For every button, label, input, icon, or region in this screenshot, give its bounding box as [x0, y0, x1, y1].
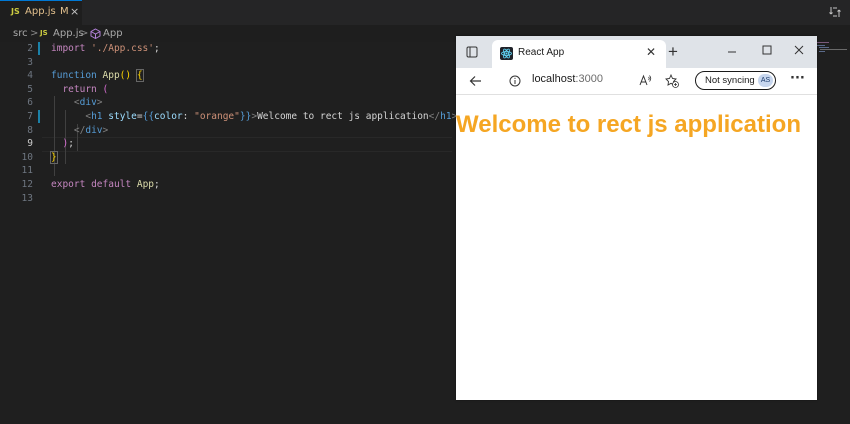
code-line: <div>	[73, 97, 103, 109]
page-content: Welcome to rect js application	[456, 95, 817, 400]
site-info-icon[interactable]	[509, 75, 521, 87]
line-number: 3	[27, 56, 33, 68]
line-number: 8	[27, 124, 33, 136]
close-window-icon[interactable]	[794, 45, 804, 55]
tab-app-js[interactable]: JS App.js M ×	[0, 0, 82, 25]
back-arrow-icon[interactable]	[469, 75, 482, 87]
browser-tab-title: React App	[518, 47, 565, 58]
minimap[interactable]	[817, 42, 847, 54]
code-line: function App() {	[51, 69, 144, 83]
breadcrumb-folder[interactable]: src	[13, 28, 28, 39]
code-line: }	[50, 150, 58, 164]
more-options-icon[interactable]: ···	[790, 71, 805, 86]
code-line: return (	[62, 83, 109, 95]
javascript-file-icon: JS	[40, 29, 48, 37]
minimap-line	[817, 42, 829, 43]
sync-status-label: Not syncing	[705, 75, 755, 86]
close-icon[interactable]: ×	[70, 5, 79, 18]
new-tab-button[interactable]: +	[668, 42, 678, 62]
code-line: import './App.css';	[51, 43, 160, 54]
line-number: 10	[21, 151, 33, 163]
read-aloud-icon[interactable]	[639, 74, 652, 87]
line-number: 2	[27, 43, 33, 54]
breadcrumb-symbol[interactable]: App	[103, 28, 123, 39]
chevron-right-icon: >	[80, 28, 89, 39]
editor-tab-bar: JS App.js M ×	[0, 0, 850, 25]
minimap-line	[817, 45, 825, 46]
browser-toolbar: localhost:3000 Not syncing AS ···	[456, 68, 817, 95]
avatar: AS	[758, 74, 773, 87]
add-favorite-icon[interactable]	[665, 74, 679, 88]
minimize-icon[interactable]	[727, 47, 737, 57]
code-line: </div>	[73, 124, 109, 136]
url-port: :3000	[575, 73, 603, 85]
browser-tab-react-app[interactable]: React App ✕	[492, 40, 666, 68]
address-bar[interactable]: localhost:3000	[532, 73, 603, 85]
minimap-line	[819, 47, 829, 48]
line-number: 6	[27, 97, 33, 109]
code-line: <h1 style={{color: "orange"}}>Welcome to…	[85, 111, 458, 122]
profile-sync-button[interactable]: Not syncing AS	[695, 71, 776, 90]
compare-changes-icon[interactable]	[829, 6, 841, 18]
browser-title-bar: React App ✕ +	[456, 36, 817, 68]
line-number: 5	[27, 83, 33, 95]
react-logo-icon	[500, 47, 513, 60]
line-number: 12	[21, 179, 33, 190]
tab-actions-icon[interactable]	[466, 46, 478, 58]
tab-filename: App.js	[25, 6, 56, 17]
line-number: 4	[27, 70, 33, 82]
url-host: localhost	[532, 73, 576, 85]
symbol-method-icon	[90, 28, 101, 39]
minimap-line	[820, 49, 847, 50]
minimap-line	[819, 51, 825, 52]
line-number: 13	[21, 192, 33, 204]
git-modified-indicator	[38, 110, 40, 123]
code-line: export default App;	[51, 179, 160, 190]
chevron-right-icon: >	[30, 28, 39, 39]
line-number-active: 9	[27, 138, 33, 150]
close-tab-icon[interactable]: ✕	[646, 45, 656, 59]
code-line: );	[62, 138, 74, 150]
line-number: 7	[27, 111, 33, 122]
modified-indicator: M	[60, 6, 69, 17]
page-heading: Welcome to rect js application	[456, 111, 801, 138]
line-number-gutter: 2 3 4 5 6 7 8 9 10 11 12 13	[0, 42, 42, 424]
current-line-highlight	[42, 137, 452, 152]
line-number: 11	[21, 165, 33, 177]
git-modified-indicator	[38, 42, 40, 55]
javascript-file-icon: JS	[11, 7, 20, 16]
browser-window: React App ✕ + localhost:3000 Not syncing…	[456, 36, 817, 400]
maximize-icon[interactable]	[762, 45, 772, 55]
